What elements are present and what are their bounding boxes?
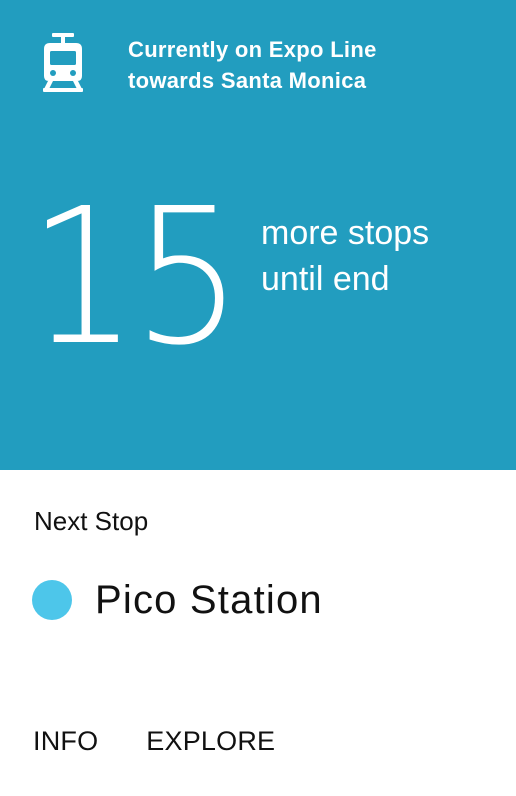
current-route: Currently on Expo Line towards Santa Mon… (128, 34, 498, 96)
explore-button[interactable]: EXPLORE (146, 726, 275, 757)
remaining-stops-count: 15 (28, 168, 243, 387)
stops-caption-line2: until end (261, 260, 390, 298)
remaining-stops-caption: more stops until end (261, 210, 429, 302)
train-icon (43, 33, 83, 92)
next-stop-name: Pico Station (95, 577, 323, 622)
info-button[interactable]: INFO (33, 726, 98, 757)
next-stop: Pico Station (32, 574, 323, 626)
stops-caption-line1: more stops (261, 214, 430, 252)
route-line-name: Currently on Expo Line (128, 37, 377, 62)
next-stop-label: Next Stop (34, 506, 149, 536)
stop-indicator-dot (32, 580, 72, 620)
trip-status-card: Currently on Expo Line towards Santa Mon… (0, 0, 516, 470)
action-bar: INFO EXPLORE (33, 726, 275, 757)
route-direction: towards Santa Monica (128, 68, 367, 93)
